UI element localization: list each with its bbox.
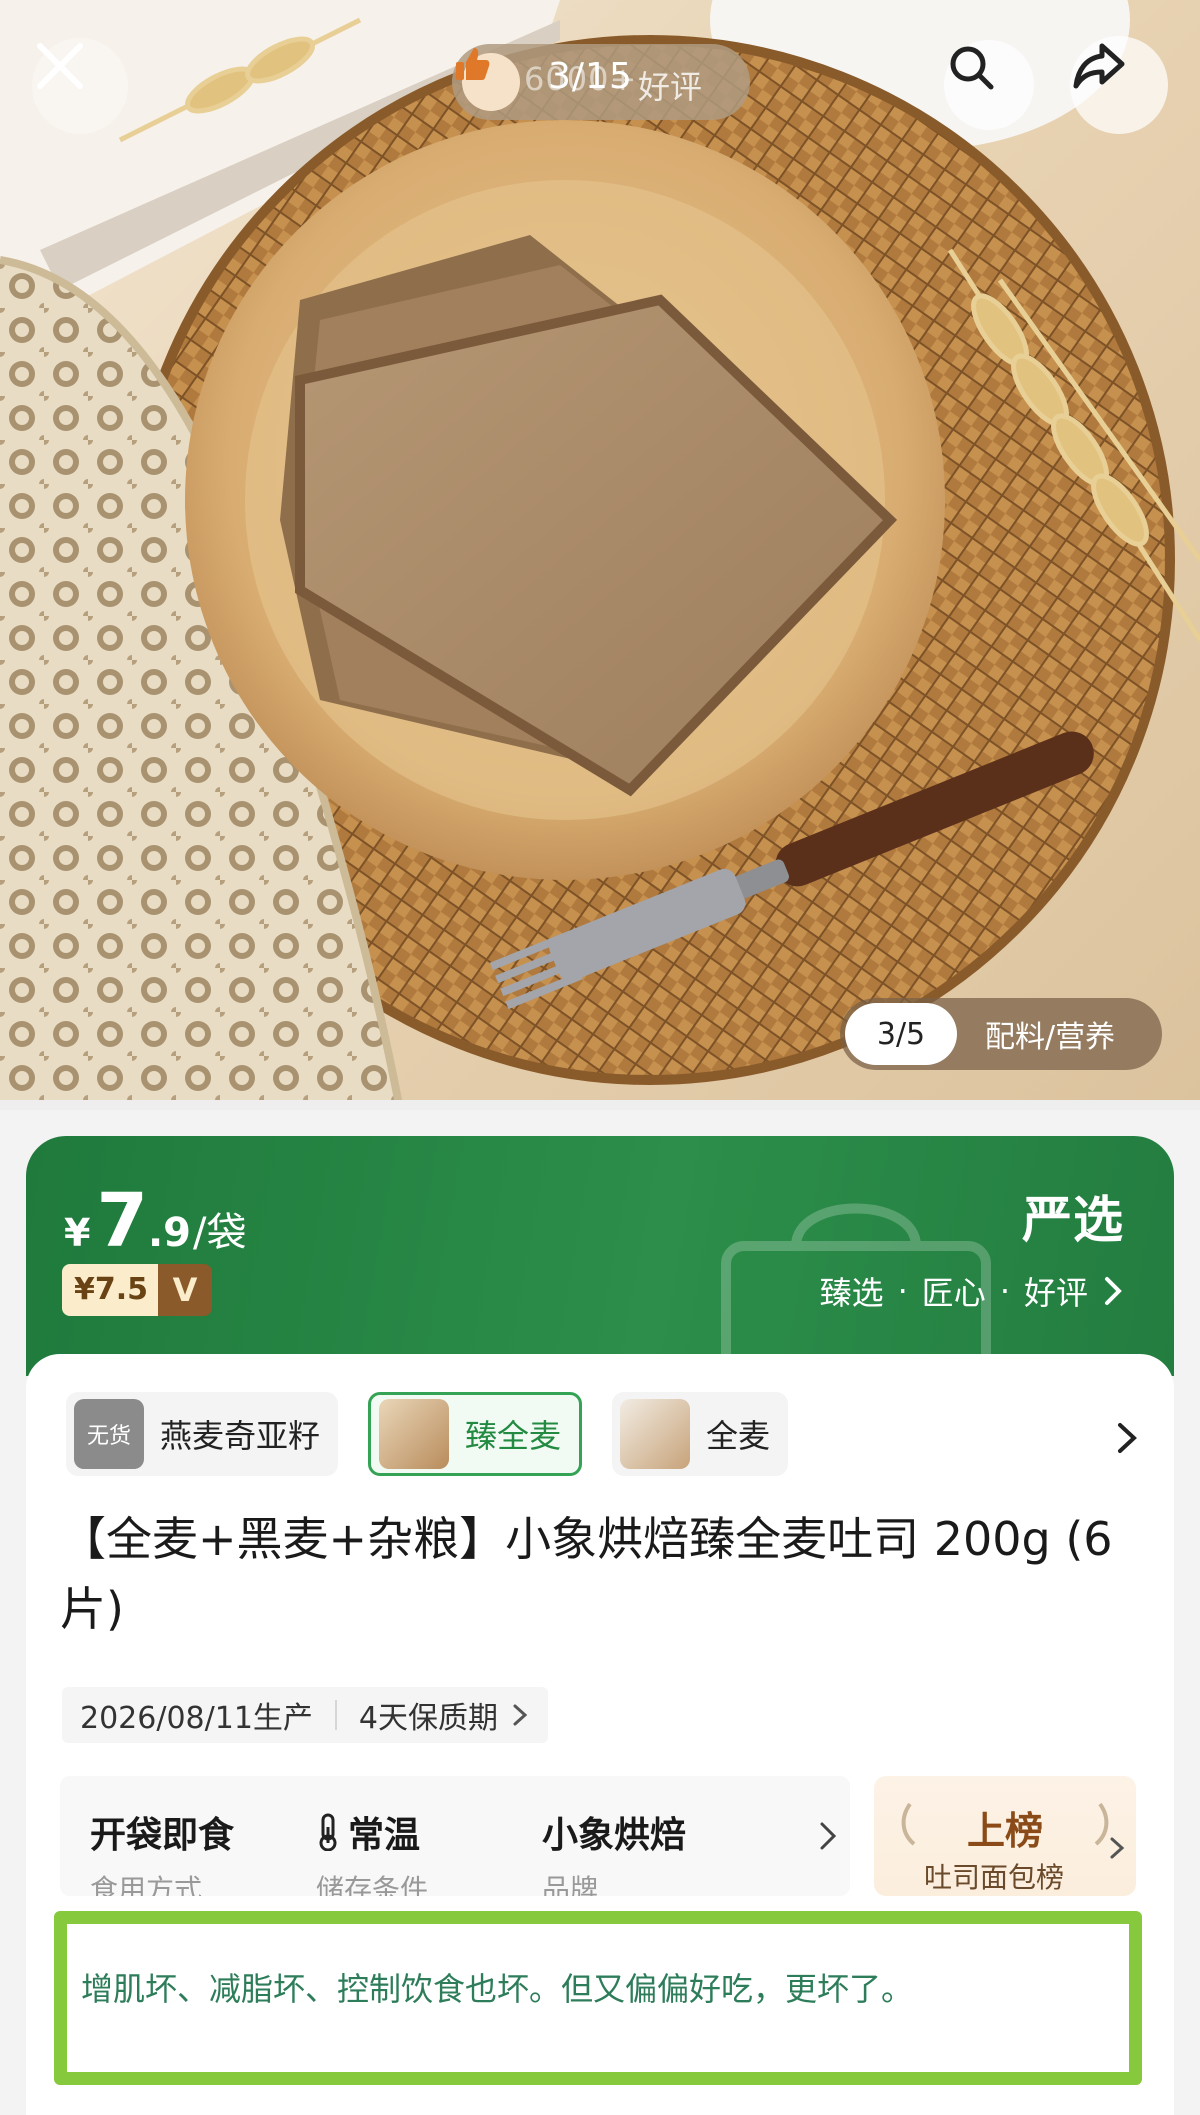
chevron-right-icon: [513, 1704, 528, 1726]
slogan-word: 好评: [1023, 1274, 1088, 1312]
vip-icon: V: [158, 1264, 213, 1316]
product-attributes[interactable]: 开袋即食 食用方式 常温 储存条件 小象烘焙 品牌: [60, 1776, 850, 1896]
attribute-value: 常温: [348, 1815, 421, 1856]
attribute-value-row: 常温: [316, 1806, 512, 1858]
slogan-dot: ·: [897, 1272, 908, 1310]
product-title: 【全麦+黑麦+杂粮】小象烘焙臻全麦吐司 200g (6片): [60, 1512, 1113, 1636]
variant-label: 臻全麦: [465, 1417, 562, 1455]
yanxuan-logo: 严选: [1022, 1191, 1124, 1249]
chevron-right-icon: [1110, 1837, 1125, 1859]
variant-option-selected[interactable]: 臻全麦: [368, 1392, 583, 1476]
attribute-brand: 小象烘焙 品牌: [512, 1776, 738, 1896]
variant-thumbnail: 无货: [74, 1399, 144, 1469]
variant-label: 全麦: [706, 1417, 771, 1455]
attribute-label: 食用方式: [90, 1873, 203, 1896]
price-integer: 7: [96, 1178, 148, 1264]
product-photo-gallery[interactable]: 6000+ 3/15 好评 3/5 配料/营养: [0, 0, 1200, 1110]
variant-thumbnail: [379, 1399, 450, 1469]
price-unit: /袋: [192, 1210, 247, 1256]
attribute-label: 品牌: [542, 1873, 599, 1896]
thumbs-up-icon: [456, 48, 520, 111]
attribute-usage: 开袋即食 食用方式: [60, 1776, 286, 1896]
bread-photo: [0, 0, 1200, 1110]
variant-selector: 无货 燕麦奇亚籽 臻全麦 全麦: [66, 1392, 789, 1476]
sub-pager-label[interactable]: 配料/营养: [985, 1012, 1115, 1056]
sub-pager-index: 3/5: [845, 1003, 957, 1065]
vip-price-badge[interactable]: ¥7.5 V: [62, 1264, 213, 1316]
attribute-label: 储存条件: [316, 1873, 429, 1896]
variant-option[interactable]: 无货 燕麦奇亚籽: [66, 1392, 339, 1476]
price-decimal: .9: [147, 1210, 191, 1256]
chevron-right-icon: [1105, 1277, 1122, 1305]
ranking-title: 上榜: [966, 1809, 1043, 1853]
out-of-stock-badge: 无货: [86, 1424, 131, 1449]
ranking-subtitle: 吐司面包榜: [923, 1861, 1064, 1894]
brand-slogan-link[interactable]: 臻选 · 匠心 · 好评: [820, 1268, 1124, 1314]
comment-text: 增肌坏、减脂坏、控制饮食也坏。但又偏偏好吃，更坏了。: [81, 1970, 914, 2008]
slogan-word: 匠心: [921, 1274, 986, 1312]
attribute-value: 小象烘焙: [542, 1815, 687, 1856]
close-button[interactable]: [32, 38, 128, 134]
variant-label: 燕麦奇亚籽: [160, 1417, 321, 1455]
close-icon: [37, 43, 83, 89]
review-badge[interactable]: 6000+ 3/15 好评: [452, 44, 750, 120]
search-icon: [950, 46, 994, 90]
price: ¥ 7 .9 /袋: [64, 1184, 246, 1258]
slogan-dot: ·: [999, 1272, 1010, 1310]
highlighted-comment-box: 增肌坏、减脂坏、控制饮食也坏。但又偏偏好吃，更坏了。: [54, 1911, 1142, 2085]
attribute-storage: 常温 储存条件: [286, 1776, 512, 1896]
image-sub-pager[interactable]: 3/5 配料/营养: [840, 998, 1162, 1070]
vip-price: ¥7.5: [62, 1264, 159, 1316]
chevron-right-icon[interactable]: [816, 1806, 840, 1866]
share-icon: [1073, 43, 1125, 89]
freshness-info[interactable]: 2026/08/11生产 4天保质期: [62, 1687, 549, 1743]
production-date: 2026/08/11生产: [80, 1701, 313, 1736]
slogan-word: 臻选: [819, 1274, 884, 1312]
chevron-right-icon[interactable]: [1114, 1420, 1140, 1456]
shelf-life: 4天保质期: [358, 1701, 499, 1736]
share-button[interactable]: [1070, 36, 1168, 134]
review-label: 好评: [638, 68, 703, 106]
search-button[interactable]: [944, 40, 1034, 130]
price-currency: ¥: [64, 1211, 91, 1255]
divider: [334, 1700, 337, 1730]
attribute-value: 开袋即食: [90, 1815, 235, 1856]
variant-option[interactable]: 全麦: [612, 1392, 789, 1476]
variant-thumbnail: [620, 1399, 691, 1469]
thermometer-icon: [319, 1813, 337, 1851]
gallery-counter: 3/15: [548, 56, 633, 97]
ranking-badge[interactable]: 上榜 吐司面包榜: [874, 1776, 1136, 1896]
price-band: ¥ 7 .9 /袋 ¥7.5 V 严选 臻选 · 匠心 · 好评: [26, 1136, 1174, 1376]
product-detail-page: 6000+ 3/15 好评 3/5 配料/营养 ¥ 7 .9 /袋 ¥7.5 V…: [0, 0, 1200, 2115]
